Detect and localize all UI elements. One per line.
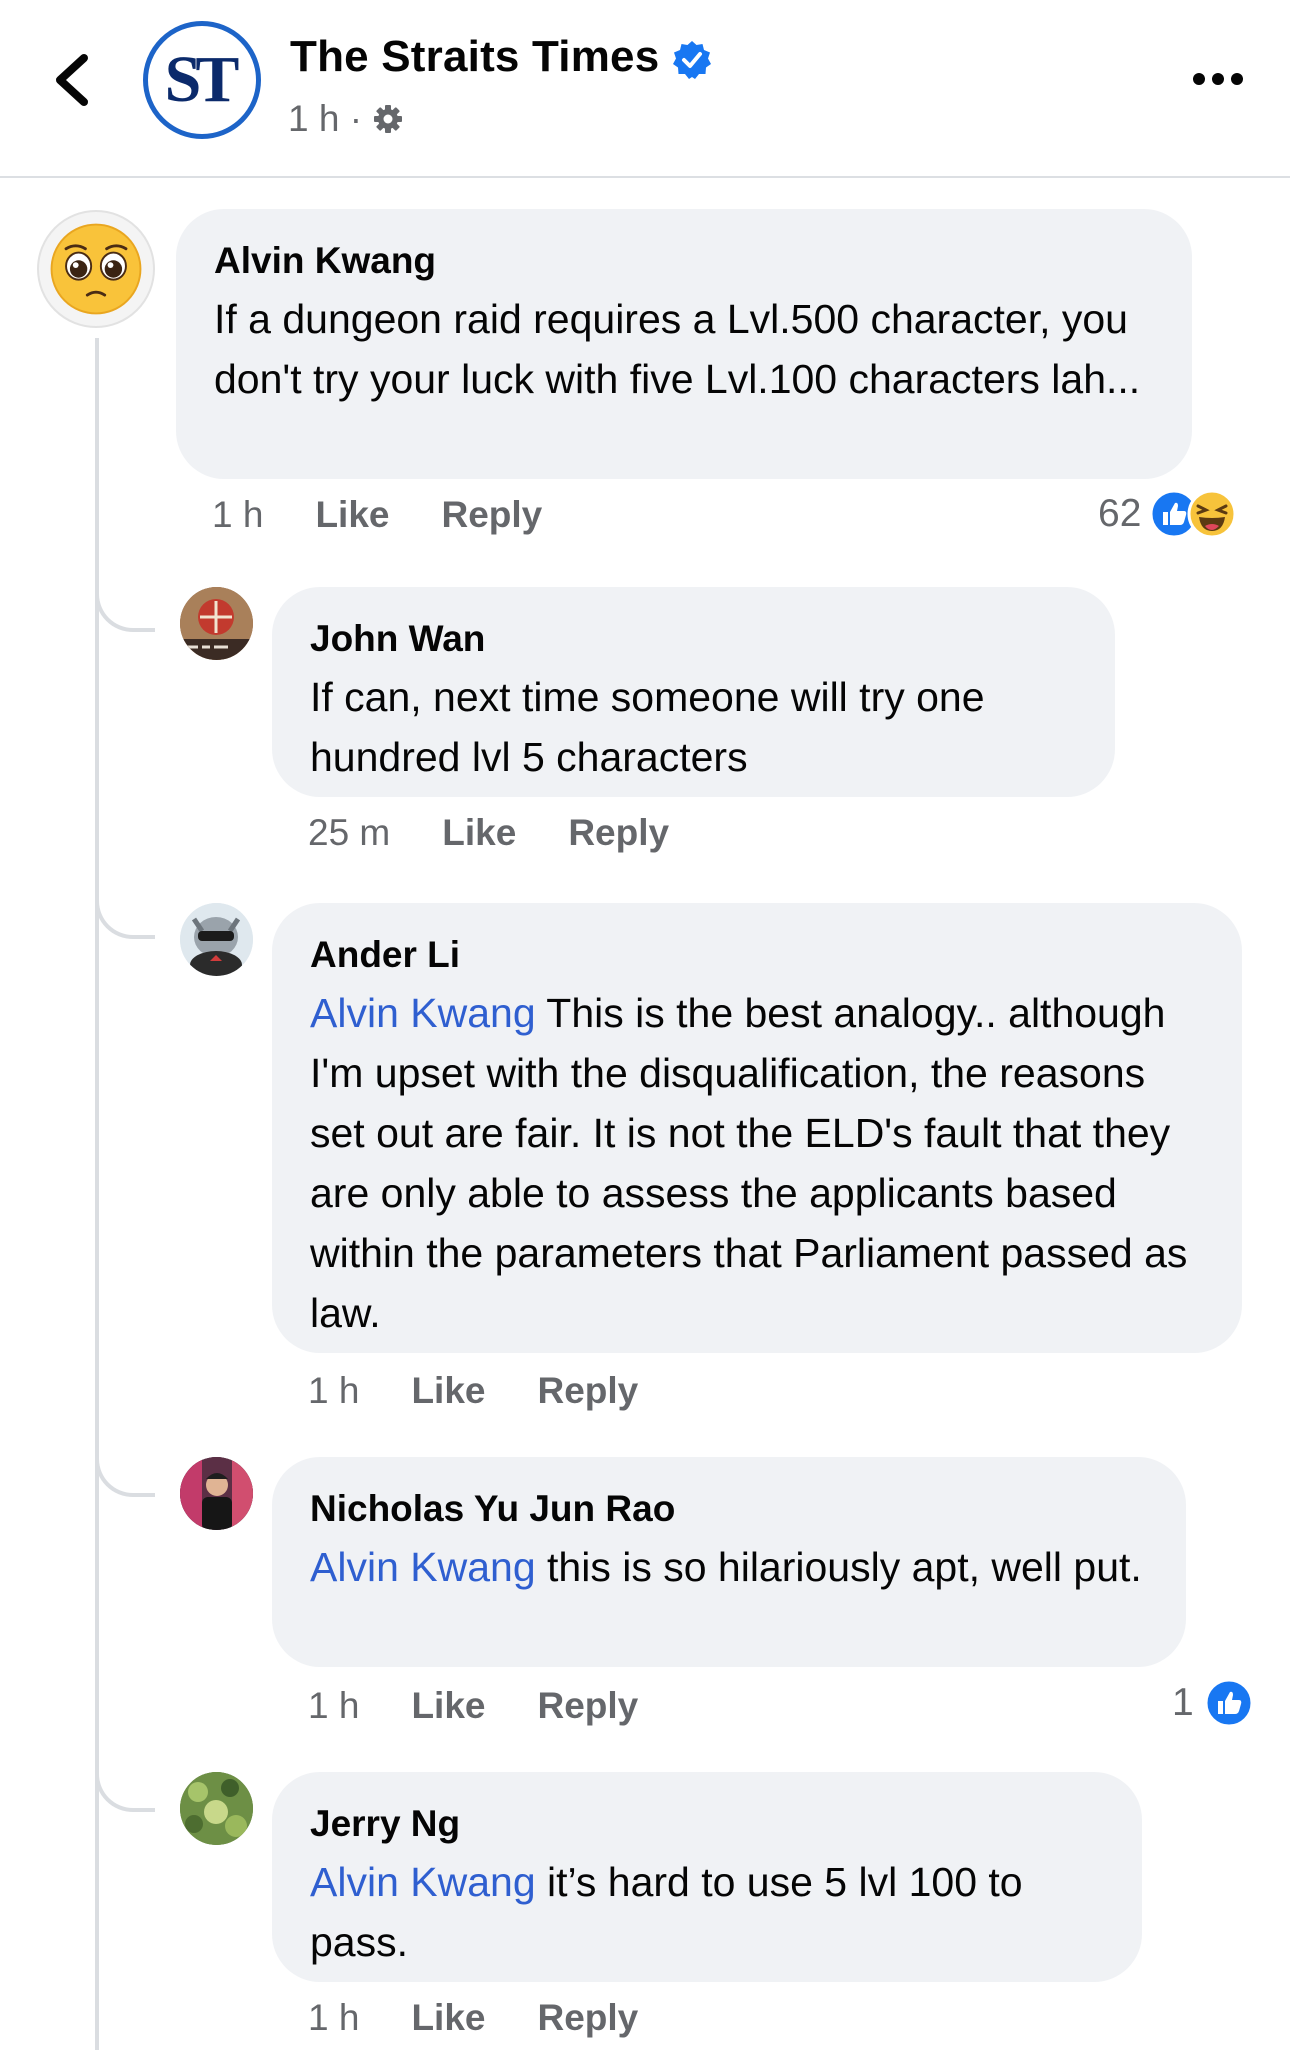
mention-link[interactable]: Alvin Kwang [310, 990, 536, 1036]
avatar[interactable] [37, 210, 155, 328]
comment-actions: 1 h Like Reply [212, 494, 542, 536]
post-header: ST The Straits Times 1 h · [0, 0, 1290, 178]
back-arrow-icon[interactable] [48, 50, 98, 110]
like-button[interactable]: Like [442, 812, 516, 854]
mention-link[interactable]: Alvin Kwang [310, 1859, 536, 1905]
avatar[interactable] [180, 903, 253, 976]
comment-actions: 1 h Like Reply [308, 1370, 638, 1412]
reply-button[interactable]: Reply [568, 812, 669, 854]
thread-branch [95, 1447, 155, 1497]
like-reaction-icon [1204, 1678, 1254, 1728]
avatar-image [180, 903, 253, 976]
comment-body: This is the best analogy.. although I'm … [310, 990, 1188, 1336]
like-button[interactable]: Like [411, 1685, 485, 1727]
pleading-face-icon [50, 223, 142, 315]
comment-body: this is so hilariously apt, well put. [535, 1544, 1142, 1590]
page-logo[interactable]: ST [143, 21, 261, 139]
thread-branch [95, 1762, 155, 1812]
page-name[interactable]: The Straits Times [290, 32, 659, 82]
comment-text: If can, next time someone will try one h… [310, 674, 985, 780]
verified-badge-icon [673, 41, 711, 79]
thread-branch [95, 889, 155, 939]
comment-author[interactable]: Alvin Kwang [214, 237, 1154, 285]
comment-time: 1 h [308, 1370, 360, 1411]
comment-time: 1 h [308, 1997, 360, 2038]
comment-author[interactable]: Nicholas Yu Jun Rao [310, 1485, 1148, 1533]
reply-button[interactable]: Reply [537, 1997, 638, 2039]
comment-actions: 1 h Like Reply [308, 1685, 638, 1727]
gear-icon [374, 105, 403, 133]
comment-time: 1 h [308, 1685, 360, 1726]
reply-bubble[interactable]: Ander Li Alvin Kwang This is the best an… [272, 903, 1242, 1353]
comment-text: Alvin Kwang it’s hard to use 5 lvl 100 t… [310, 1852, 1104, 1972]
avatar[interactable] [180, 1772, 253, 1845]
more-options-icon[interactable] [1192, 72, 1244, 86]
reaction-count: 62 [1098, 492, 1142, 535]
comment-author[interactable]: John Wan [310, 615, 1077, 663]
haha-reaction-icon [1187, 489, 1237, 539]
comment-actions: 1 h Like Reply [308, 1997, 638, 2039]
avatar[interactable] [180, 1457, 253, 1530]
post-meta: 1 h · [288, 98, 404, 140]
like-button[interactable]: Like [411, 1370, 485, 1412]
reply-button[interactable]: Reply [441, 494, 542, 536]
avatar[interactable] [180, 587, 253, 660]
reply-bubble[interactable]: Nicholas Yu Jun Rao Alvin Kwang this is … [272, 1457, 1186, 1667]
comment-bubble[interactable]: Alvin Kwang If a dungeon raid requires a… [176, 209, 1192, 479]
comment-actions: 25 m Like Reply [308, 812, 669, 854]
like-button[interactable]: Like [315, 494, 389, 536]
reaction-summary[interactable]: 62 [1098, 489, 1237, 539]
avatar-image [180, 1457, 253, 1530]
like-button[interactable]: Like [411, 1997, 485, 2039]
reply-button[interactable]: Reply [537, 1685, 638, 1727]
avatar-image [180, 1772, 253, 1845]
mention-link[interactable]: Alvin Kwang [310, 1544, 536, 1590]
thread-branch [95, 582, 155, 632]
reaction-count: 1 [1172, 1681, 1194, 1724]
comment-author[interactable]: Jerry Ng [310, 1800, 1104, 1848]
comment-author[interactable]: Ander Li [310, 931, 1204, 979]
comment-text: Alvin Kwang This is the best analogy.. a… [310, 983, 1204, 1343]
comment-text: Alvin Kwang this is so hilariously apt, … [310, 1537, 1148, 1597]
reply-bubble[interactable]: Jerry Ng Alvin Kwang it’s hard to use 5 … [272, 1772, 1142, 1982]
comment-time: 25 m [308, 812, 391, 853]
reply-button[interactable]: Reply [537, 1370, 638, 1412]
post-time: 1 h · [288, 98, 363, 139]
reaction-summary[interactable]: 1 [1172, 1678, 1254, 1728]
reply-bubble[interactable]: John Wan If can, next time someone will … [272, 587, 1115, 797]
avatar-image [180, 587, 253, 660]
comment-time: 1 h [212, 494, 264, 535]
comment-text: If a dungeon raid requires a Lvl.500 cha… [214, 296, 1141, 402]
